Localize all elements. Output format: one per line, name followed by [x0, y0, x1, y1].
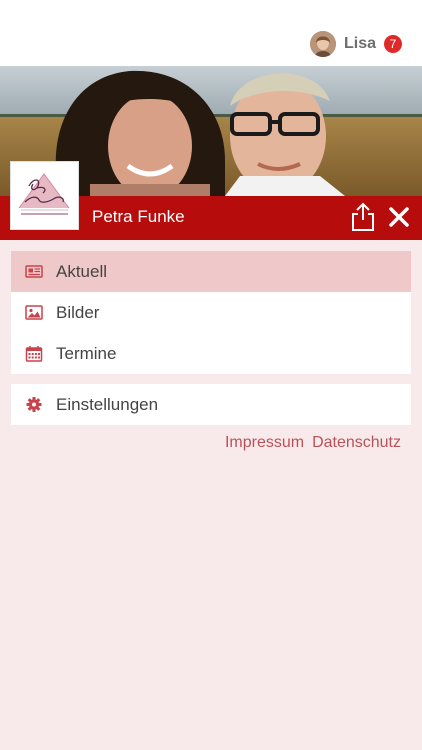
main-menu: Aktuell Bilder Termine — [11, 251, 411, 374]
menu-item-label: Bilder — [56, 302, 100, 322]
menu-item-termine[interactable]: Termine — [11, 333, 411, 374]
close-icon — [389, 207, 409, 227]
notification-badge[interactable]: 7 — [384, 35, 402, 53]
close-button[interactable] — [386, 204, 412, 230]
menu-item-label: Einstellungen — [56, 394, 159, 414]
user-chip[interactable]: Lisa 7 — [309, 30, 402, 58]
username[interactable]: Lisa — [344, 35, 376, 53]
menu-item-einstellungen[interactable]: Einstellungen — [11, 384, 411, 425]
menu-item-label: Aktuell — [56, 261, 108, 281]
newspaper-icon — [25, 265, 43, 278]
share-button[interactable] — [350, 202, 376, 232]
menu-item-label: Termine — [56, 343, 117, 363]
datenschutz-link[interactable]: Datenschutz — [312, 434, 401, 451]
image-icon — [25, 305, 43, 320]
impressum-link[interactable]: Impressum — [225, 434, 304, 451]
share-icon — [352, 202, 374, 231]
user-avatar[interactable] — [309, 31, 336, 57]
brand-logo — [10, 161, 79, 230]
top-bar: Lisa 7 — [0, 0, 422, 66]
gear-icon — [26, 397, 42, 412]
menu-item-aktuell[interactable]: Aktuell — [11, 251, 411, 292]
calendar-icon — [25, 346, 43, 362]
page-title: Petra Funke — [92, 207, 185, 226]
footer-links: Impressum Datenschutz — [225, 434, 401, 452]
menu-item-bilder[interactable]: Bilder — [11, 292, 411, 333]
settings-menu: Einstellungen — [11, 384, 411, 425]
